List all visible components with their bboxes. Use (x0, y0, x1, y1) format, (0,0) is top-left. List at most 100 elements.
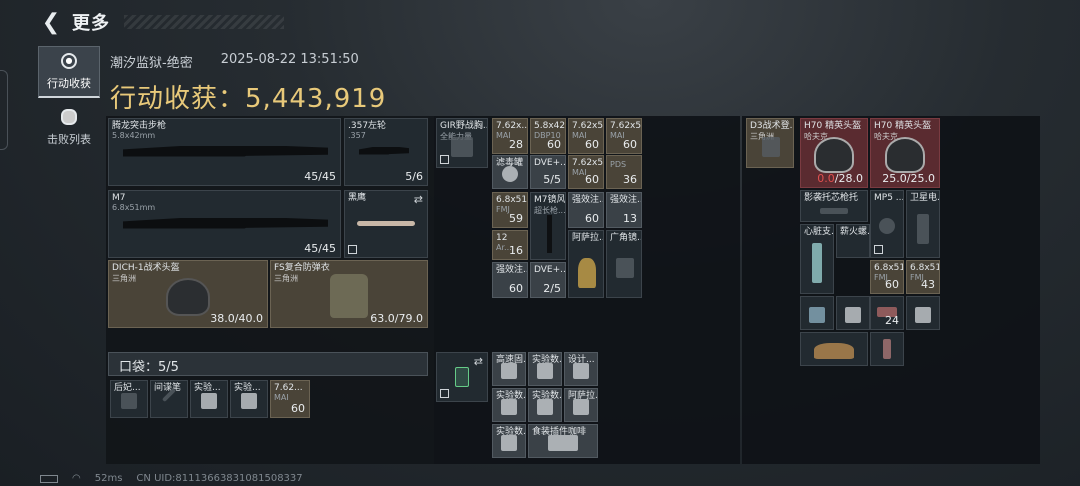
armor-slot[interactable]: FS复合防弹衣 三角洲 63.0/79.0 (270, 260, 428, 328)
pocket-item[interactable]: 后妃... (110, 380, 148, 418)
tab-kills[interactable]: 击败列表 (38, 102, 100, 154)
stock-icon (820, 208, 848, 214)
backpack-slot[interactable]: ⇄ (436, 352, 488, 402)
bag-item[interactable]: DVE+... 2/5 (530, 262, 566, 298)
skull-icon (61, 109, 77, 125)
raid-meta: 潮汐监狱-绝密 2025-08-22 13:51:50 (110, 52, 359, 71)
bag-item[interactable]: 强效注... 60 (492, 262, 528, 298)
container-item[interactable]: 6.8x51 FMJ 43 (906, 260, 940, 294)
bag-item[interactable]: 6.8x51 FMJ 59 (492, 192, 528, 228)
sidearm-slot[interactable]: .357左轮 .357 5/6 (344, 118, 428, 186)
container-item[interactable]: 影袭托芯枪托 (800, 190, 868, 222)
bag-item[interactable]: 实验数... (492, 388, 526, 422)
container-item[interactable] (870, 332, 904, 366)
container-item[interactable]: 24 (870, 296, 904, 330)
decor-stripe (124, 15, 284, 29)
container-item[interactable]: 卫星电... (906, 190, 940, 258)
helmet-durability: 38.0/40.0 (210, 312, 263, 325)
haul-value: 5,443,919 (245, 84, 387, 114)
container-item[interactable]: 薪火螺... (836, 224, 870, 258)
item-name: 心脏支... (804, 227, 834, 237)
bag-item[interactable]: 阿萨拉... (564, 388, 598, 422)
back-arrow-icon[interactable]: ❮ (40, 10, 62, 35)
bag-item[interactable]: 实验数... (528, 352, 562, 386)
container-item[interactable]: H70 精英头盔 哈夫克 0.0/28.0 (800, 118, 868, 188)
swap-icon[interactable]: ⇄ (474, 355, 483, 368)
drive-icon (501, 399, 517, 415)
swap-icon[interactable]: ⇄ (414, 193, 423, 206)
pocket-item[interactable]: 实验... (230, 380, 268, 418)
rig-item[interactable]: 7.62x5...MAI60 (568, 118, 604, 154)
rifle-icon (123, 144, 328, 170)
armor-durability: 63.0/79.0 (370, 312, 423, 325)
wifi-icon: ◠ (72, 473, 81, 484)
container-item[interactable]: 6.8x51 FMJ 60 (870, 260, 904, 294)
coffee-machine-icon (548, 435, 578, 451)
rig-slot[interactable]: GIR野战胸...全能力量 (436, 118, 488, 168)
rig-item[interactable]: 7.62x... MAI 28 (492, 118, 528, 154)
bag-item[interactable]: 实验数... (528, 388, 562, 422)
item-name: 广角镜... (610, 233, 641, 243)
helmet-slot[interactable]: DICH-1战术头盔 三角洲 38.0/40.0 (108, 260, 268, 328)
bag-item[interactable]: 强效注... 13 (606, 192, 642, 228)
item-count: 59 (509, 212, 523, 225)
haul-label: 行动收获： (110, 84, 246, 114)
item-sub: FMJ (496, 205, 510, 214)
pocket-header: 口袋：5/5 (108, 352, 428, 376)
pocket-item[interactable]: 间谍笔 (150, 380, 188, 418)
bag-item[interactable]: M7镜风 超长枪... (530, 192, 566, 260)
ping-text: 52ms (94, 473, 123, 484)
item-count: 60 (585, 173, 599, 186)
bag-item[interactable]: 广角镜... (606, 230, 642, 298)
bag-item[interactable]: 强效注... 60 (568, 192, 604, 228)
haul-total: 行动收获：5,443,919 (110, 78, 386, 115)
secondary-weapon-slot[interactable]: M7 6.8x51mm 45/45 (108, 190, 341, 258)
primary-weapon-slot[interactable]: 腾龙突击步枪 5.8x42mm 45/45 (108, 118, 341, 186)
uid-text: CN UID:8111366383108150833​7 (136, 473, 303, 484)
container-item[interactable]: D3战术登...三角洲 (746, 118, 794, 168)
helmet-icon (814, 137, 854, 173)
bag-item[interactable]: 12 Ar... 16 (492, 230, 528, 260)
drive-icon (501, 363, 517, 379)
bag-item[interactable]: 设计... (564, 352, 598, 386)
durability-current: 0.0 (817, 172, 835, 185)
item-name: 5.8x42 (534, 121, 566, 131)
melee-slot[interactable]: 黑鹰 ⇄ (344, 190, 428, 258)
rig-item[interactable]: 7.62x5...MAI60 (606, 118, 642, 154)
item-name: 6.8x51 (496, 195, 528, 205)
rig-item[interactable]: PDS 36 (606, 155, 642, 189)
bag-item[interactable]: 阿萨拉... (568, 230, 604, 298)
item-name: 卫星电... (910, 193, 940, 203)
armor-tier: 三角洲 (274, 274, 298, 283)
ammo-count: 45/45 (304, 242, 336, 255)
rig-item[interactable]: 滤毒罐 (492, 155, 528, 189)
container-item[interactable] (800, 332, 868, 366)
item-name: 7.62x... (496, 121, 528, 131)
item-name: 强效注... (610, 195, 641, 205)
pocket-item[interactable]: 7.62... MAI 60 (270, 380, 310, 418)
weapon-caliber: 5.8x42mm (112, 131, 156, 140)
helmet-durability: 25.0/25.0 (882, 172, 935, 185)
syringe-icon (809, 307, 825, 323)
bag-item[interactable]: 食装插件咖啡 (528, 424, 598, 458)
drive-icon (573, 363, 589, 379)
bag-item[interactable]: 高速固... (492, 352, 526, 386)
rig-item[interactable]: DVE+... 5/5 (530, 155, 566, 189)
rig-icon (451, 137, 473, 157)
rig-item[interactable]: 7.62x5.9x19MAI60 (568, 155, 604, 189)
container-item[interactable]: H70 精英头盔 哈夫克 25.0/25.0 (870, 118, 940, 188)
bag-item[interactable]: 实验数... (492, 424, 526, 458)
edge-handle[interactable] (0, 70, 8, 150)
pocket-item[interactable]: 实验... (190, 380, 228, 418)
container-item[interactable] (800, 296, 834, 330)
container-item[interactable] (836, 296, 870, 330)
item-name: H70 精英头盔 (874, 121, 932, 131)
container-item[interactable] (906, 296, 940, 330)
container-item[interactable]: 心脏支... (800, 224, 834, 294)
container-item[interactable]: MP5 ... (870, 190, 904, 258)
scope-icon (616, 258, 634, 278)
tube-icon (883, 339, 891, 359)
tab-loot[interactable]: ● 行动收获 (38, 46, 100, 98)
rig-item[interactable]: 5.8x42 DBP10 60 (530, 118, 566, 154)
vase-icon (578, 258, 596, 288)
